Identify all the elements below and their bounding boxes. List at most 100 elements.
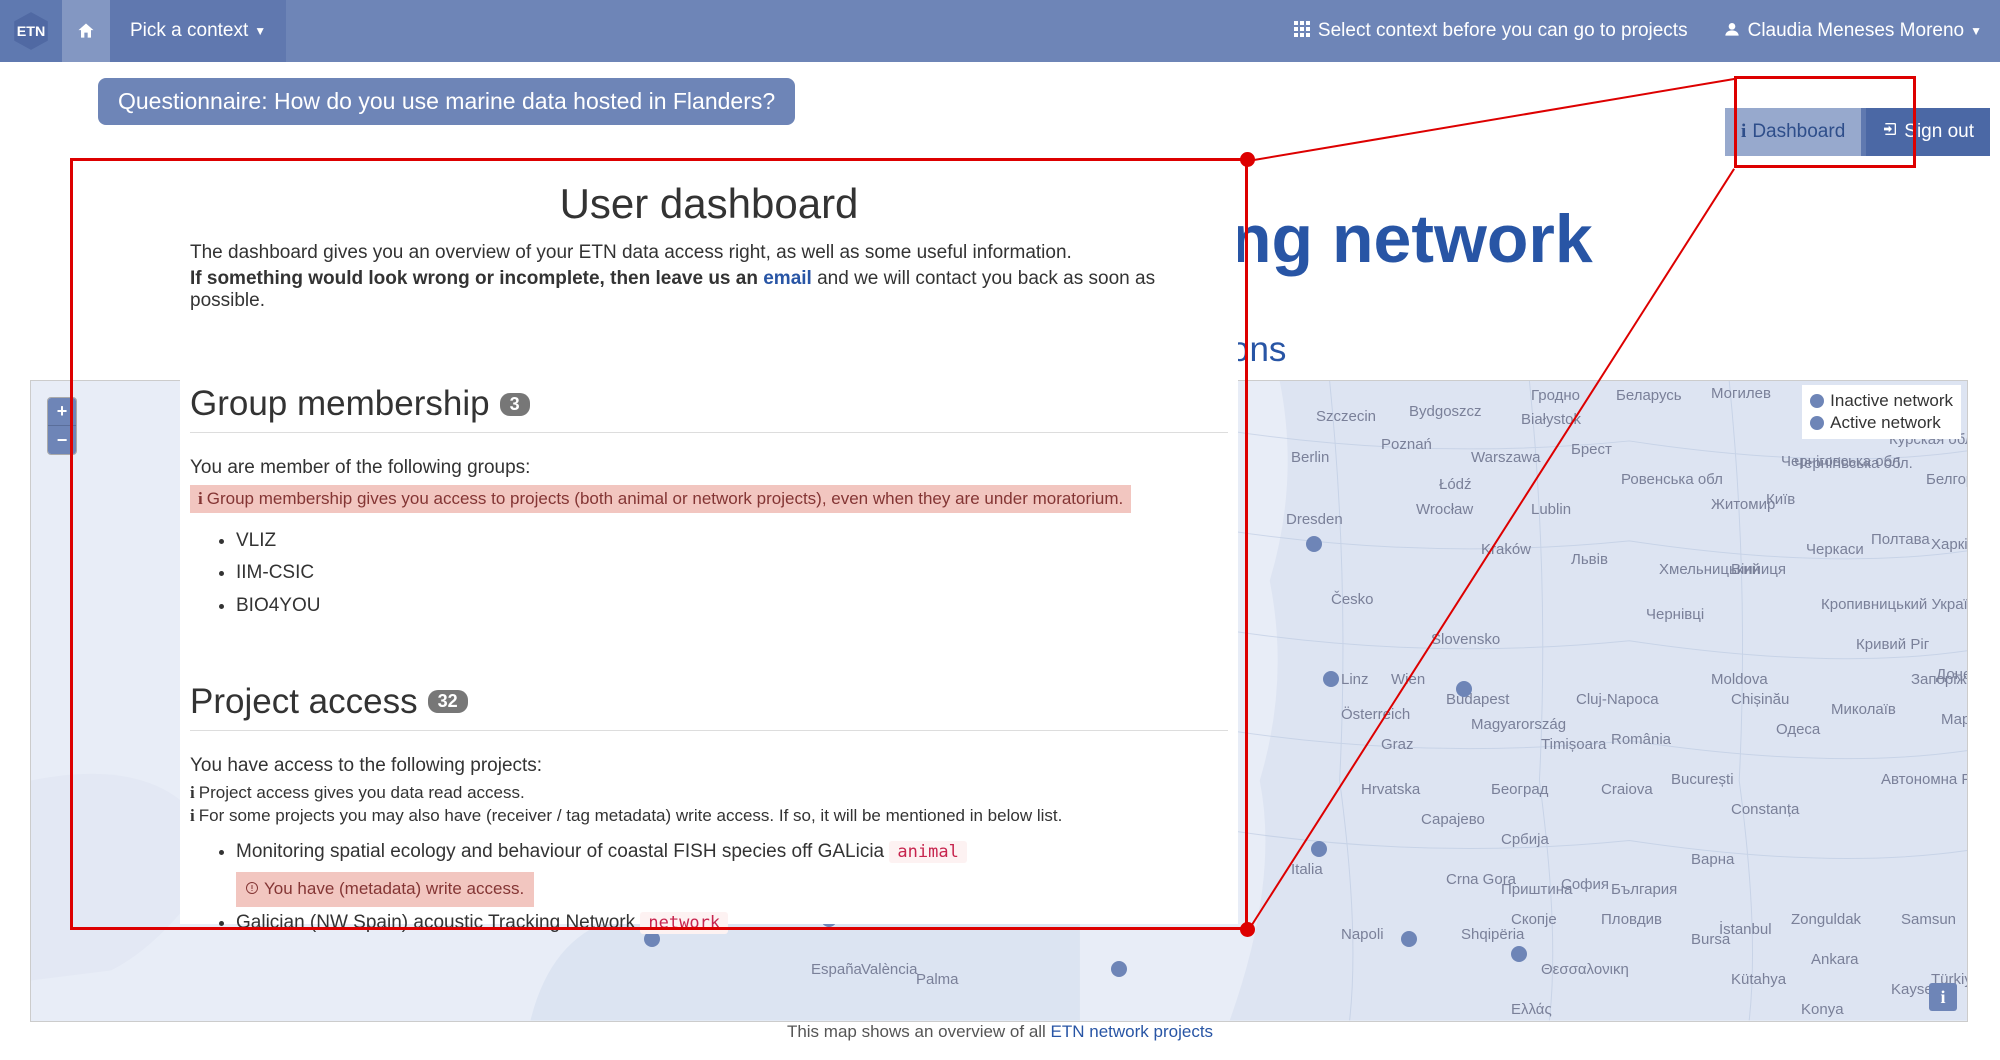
city-label: Брест bbox=[1571, 441, 1612, 458]
city-label: Wien bbox=[1391, 671, 1425, 688]
city-label: Полтава bbox=[1871, 531, 1930, 548]
legend-inactive-dot bbox=[1810, 394, 1824, 408]
city-label: Ελλάς bbox=[1511, 1001, 1552, 1018]
city-label: Пловдив bbox=[1601, 911, 1662, 928]
dashboard-button-label: Dashboard bbox=[1752, 121, 1845, 143]
city-label: Berlin bbox=[1291, 449, 1329, 466]
map-info-button[interactable]: i bbox=[1929, 983, 1957, 1011]
group-subtext: You are member of the following groups: bbox=[190, 457, 1228, 479]
city-label: Palma bbox=[916, 971, 959, 988]
city-label: Скопје bbox=[1511, 911, 1557, 928]
city-label: Napoli bbox=[1341, 926, 1384, 943]
network-dot[interactable] bbox=[1511, 946, 1527, 962]
city-label: Харківська обл bbox=[1931, 536, 1968, 553]
city-label: Bydgoszcz bbox=[1409, 403, 1482, 420]
city-label: Київ bbox=[1766, 491, 1795, 508]
group-item: IIM-CSIC bbox=[236, 557, 1228, 589]
city-label: Kraków bbox=[1481, 541, 1531, 558]
questionnaire-banner[interactable]: Questionnaire: How do you use marine dat… bbox=[98, 78, 795, 125]
city-label: Ankara bbox=[1811, 951, 1859, 968]
project-tag: animal bbox=[889, 841, 966, 863]
city-label: Moldova bbox=[1711, 671, 1768, 688]
network-dot[interactable] bbox=[1306, 536, 1322, 552]
city-label: Linz bbox=[1341, 671, 1369, 688]
city-label: Österreich bbox=[1341, 706, 1410, 723]
city-label: România bbox=[1611, 731, 1671, 748]
group-count-badge: 3 bbox=[500, 393, 530, 416]
dashboard-title: User dashboard bbox=[190, 180, 1228, 228]
dashboard-button[interactable]: i Dashboard bbox=[1725, 108, 1866, 156]
caret-down-icon: ▼ bbox=[1970, 24, 1982, 38]
home-button[interactable] bbox=[62, 0, 110, 62]
city-label: Черкаси bbox=[1806, 541, 1864, 558]
user-menu[interactable]: Claudia Meneses Moreno ▼ bbox=[1706, 0, 2000, 62]
city-label: Донецьк bbox=[1936, 666, 1968, 683]
city-label: Варна bbox=[1691, 851, 1734, 868]
info-icon: i bbox=[1741, 121, 1746, 143]
city-label: Кропивницький Україна bbox=[1821, 596, 1968, 613]
network-dot[interactable] bbox=[1311, 841, 1327, 857]
signout-button-label: Sign out bbox=[1904, 121, 1974, 143]
city-label: Чернівці bbox=[1646, 606, 1704, 623]
city-label: България bbox=[1611, 881, 1677, 898]
network-dot[interactable] bbox=[1456, 681, 1472, 697]
city-label: București bbox=[1671, 771, 1734, 788]
city-label: Hrvatska bbox=[1361, 781, 1420, 798]
city-label: Wrocław bbox=[1416, 501, 1473, 518]
info-icon: i bbox=[190, 806, 195, 825]
signout-button[interactable]: Sign out bbox=[1866, 108, 1990, 156]
city-label: Маріуполь bbox=[1941, 711, 1968, 728]
city-label: İstanbul bbox=[1719, 921, 1772, 938]
network-dot[interactable] bbox=[1401, 931, 1417, 947]
city-label: Białystok bbox=[1521, 411, 1581, 428]
city-label: Београд bbox=[1491, 781, 1548, 798]
city-label: Italia bbox=[1291, 861, 1323, 878]
zoom-control: + − bbox=[47, 397, 77, 455]
pick-context-dropdown[interactable]: Pick a context ▼ bbox=[110, 0, 286, 62]
city-label: Миколаїв bbox=[1831, 701, 1896, 718]
city-label: София bbox=[1561, 876, 1609, 893]
city-label: Автономна Республіка bbox=[1881, 771, 1968, 788]
etn-logo[interactable]: ETN bbox=[0, 0, 62, 62]
city-label: Dresden bbox=[1286, 511, 1343, 528]
city-label: Lublin bbox=[1531, 501, 1571, 518]
info-icon: i bbox=[190, 783, 195, 802]
city-label: Белгород bbox=[1926, 471, 1968, 488]
home-icon bbox=[76, 21, 96, 41]
group-item: BIO4YOU bbox=[236, 590, 1228, 622]
info-icon: i bbox=[198, 489, 203, 508]
zoom-in-button[interactable]: + bbox=[48, 398, 76, 426]
network-dot[interactable] bbox=[1111, 961, 1127, 977]
project-hint2: iFor some projects you may also have (re… bbox=[190, 806, 1228, 826]
network-dot[interactable] bbox=[1323, 671, 1339, 687]
city-label: Shqipëria bbox=[1461, 926, 1524, 943]
projects-hint-label: Select context before you can go to proj… bbox=[1318, 20, 1688, 42]
email-link[interactable]: email bbox=[763, 268, 812, 289]
project-access-heading: Project access 32 bbox=[190, 682, 1228, 731]
auth-button-group: i Dashboard Sign out bbox=[1725, 108, 1990, 156]
legend-active-label: Active network bbox=[1830, 413, 1941, 433]
city-label: Чернігівська обл. bbox=[1794, 455, 1913, 472]
projects-hint[interactable]: Select context before you can go to proj… bbox=[1276, 0, 1706, 62]
city-label: Łódź bbox=[1439, 476, 1472, 493]
group-item: VLIZ bbox=[236, 525, 1228, 557]
pick-context-label: Pick a context bbox=[130, 20, 248, 42]
city-label: Chișinău bbox=[1731, 691, 1789, 708]
project-item: Monitoring spatial ecology and behaviour… bbox=[236, 836, 1228, 907]
city-label: España bbox=[811, 961, 862, 978]
city-label: Szczecin bbox=[1316, 408, 1376, 425]
warning-icon bbox=[246, 879, 258, 898]
svg-text:ETN: ETN bbox=[17, 24, 46, 40]
city-label: Poznań bbox=[1381, 436, 1432, 453]
city-label: Кривий Ріг bbox=[1856, 636, 1929, 653]
annotation-dot-top bbox=[1240, 152, 1255, 167]
city-label: Kütahya bbox=[1731, 971, 1786, 988]
signout-icon bbox=[1882, 121, 1898, 143]
city-label: Гродно bbox=[1531, 387, 1580, 404]
city-label: Одеса bbox=[1776, 721, 1820, 738]
hero-sub-fragment: ons bbox=[1230, 330, 1286, 370]
zoom-out-button[interactable]: − bbox=[48, 426, 76, 454]
write-access-note: You have (metadata) write access. bbox=[236, 872, 534, 907]
city-label: Slovensko bbox=[1431, 631, 1500, 648]
etn-projects-link[interactable]: ETN network projects bbox=[1051, 1022, 1214, 1041]
